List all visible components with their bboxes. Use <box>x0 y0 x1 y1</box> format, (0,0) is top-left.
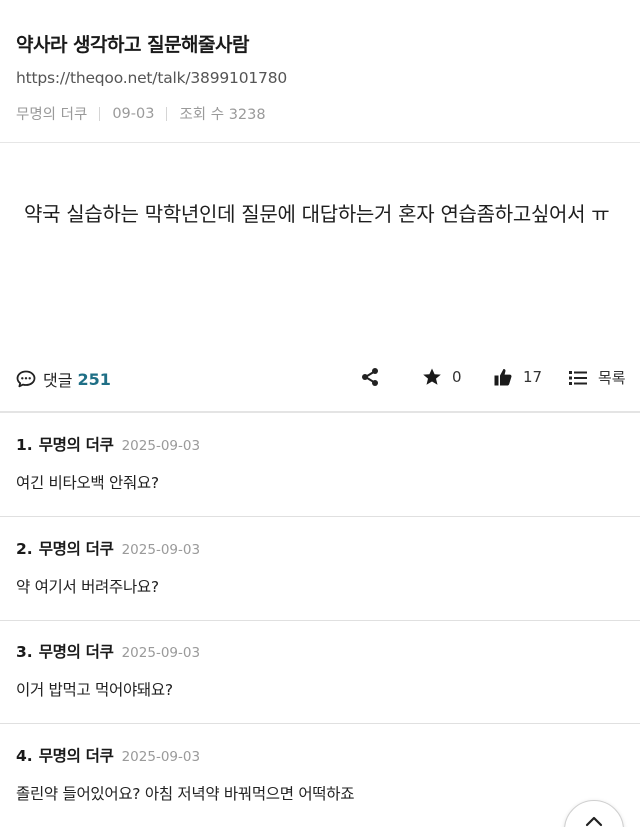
comment-date: 2025-09-03 <box>121 542 201 558</box>
comment-bubble-icon <box>16 370 36 388</box>
post-page: 약사라 생각하고 질문해줄사람 https://theqoo.net/talk/… <box>0 0 640 827</box>
list-icon <box>568 369 588 387</box>
comment-number: 4. <box>16 747 33 765</box>
comment-text: 이거 밥먹고 먹어야돼요? <box>16 681 173 699</box>
star-button[interactable]: 0 <box>422 367 462 387</box>
comment-header: 3. 무명의 더쿠 2025-09-03 <box>16 640 200 662</box>
arrow-up-icon <box>584 815 604 827</box>
like-button[interactable]: 17 <box>493 367 542 387</box>
list-button[interactable]: 목록 <box>568 367 626 388</box>
list-label: 목록 <box>598 369 626 387</box>
post-author[interactable]: 무명의 더쿠 <box>16 103 87 124</box>
comment-author[interactable]: 무명의 더쿠 <box>39 744 114 766</box>
comment-author[interactable]: 무명의 더쿠 <box>39 537 114 559</box>
comment-date: 2025-09-03 <box>121 438 201 454</box>
comment-date: 2025-09-03 <box>121 645 201 661</box>
comment-item: 1. 무명의 더쿠 2025-09-03 여긴 비타오백 안줘요? <box>0 413 640 517</box>
post-body: 약국 실습하는 막학년인데 질문에 대답하는거 혼자 연습좀하고싶어서 ㅠ 댓글… <box>0 143 640 413</box>
comment-text: 약 여기서 버려주나요? <box>16 578 159 596</box>
comment-author[interactable]: 무명의 더쿠 <box>39 640 114 662</box>
post-content: 약국 실습하는 막학년인데 질문에 대답하는거 혼자 연습좀하고싶어서 ㅠ <box>24 202 610 226</box>
comment-item: 3. 무명의 더쿠 2025-09-03 이거 밥먹고 먹어야돼요? <box>0 620 640 724</box>
comment-header: 4. 무명의 더쿠 2025-09-03 <box>16 744 200 766</box>
post-views: 조회 수 3238 <box>179 107 266 123</box>
comment-item: 4. 무명의 더쿠 2025-09-03 졸린약 들어있어요? 아침 저녁약 바… <box>0 724 640 827</box>
comment-number: 3. <box>16 643 33 661</box>
comment-text: 여긴 비타오백 안줘요? <box>16 474 159 492</box>
like-count: 17 <box>523 368 543 386</box>
comment-text: 졸린약 들어있어요? 아침 저녁약 바꿔먹으면 어떡하죠 <box>16 785 355 803</box>
comment-label: 댓글 <box>43 371 73 390</box>
star-count: 0 <box>452 368 462 386</box>
comment-author[interactable]: 무명의 더쿠 <box>39 433 114 455</box>
post-meta: 무명의 더쿠 09-03 조회 수 3238 <box>16 103 266 124</box>
comment-header: 1. 무명의 더쿠 2025-09-03 <box>16 433 200 455</box>
comment-date: 2025-09-03 <box>121 749 201 765</box>
comment-number: 2. <box>16 540 33 558</box>
thumbs-up-icon <box>493 367 513 387</box>
share-icon <box>360 367 380 387</box>
comment-count: 251 <box>77 369 111 389</box>
meta-divider <box>166 106 168 121</box>
star-icon <box>422 367 442 387</box>
meta-divider <box>99 106 101 121</box>
comment-number: 1. <box>16 436 33 454</box>
action-bar: 댓글 251 0 17 목록 <box>0 359 640 399</box>
comment-item: 2. 무명의 더쿠 2025-09-03 약 여기서 버려주나요? <box>0 517 640 621</box>
comment-count-button[interactable]: 댓글 251 <box>16 367 111 391</box>
share-button[interactable] <box>360 367 380 387</box>
post-header: 약사라 생각하고 질문해줄사람 https://theqoo.net/talk/… <box>0 0 640 143</box>
comment-header: 2. 무명의 더쿠 2025-09-03 <box>16 537 200 559</box>
post-date: 09-03 <box>112 105 155 122</box>
post-title: 약사라 생각하고 질문해줄사람 <box>16 34 249 56</box>
post-url[interactable]: https://theqoo.net/talk/3899101780 <box>16 69 287 87</box>
